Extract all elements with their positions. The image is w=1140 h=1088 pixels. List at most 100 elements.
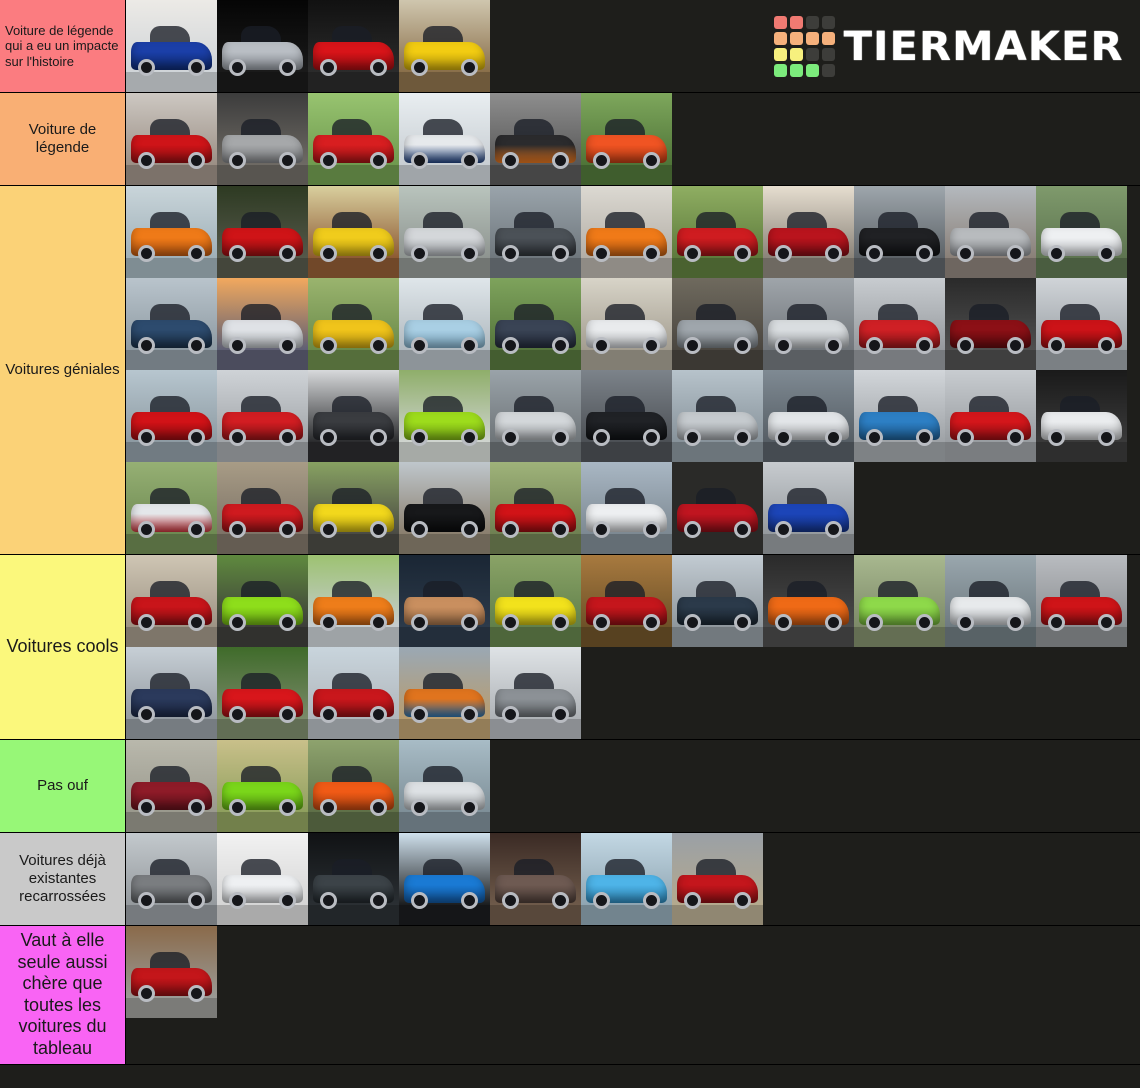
tier-item[interactable] [672,555,763,647]
tier-item[interactable] [126,370,217,462]
tier-item[interactable] [763,555,854,647]
tier-item[interactable] [217,278,308,370]
tier-item[interactable] [581,555,672,647]
thumb-background-ground [763,349,854,370]
tier-item[interactable] [308,647,399,739]
tier-item[interactable] [308,555,399,647]
tier-item[interactable] [399,833,490,925]
tier-item[interactable] [126,93,217,185]
tier-item[interactable] [126,740,217,832]
tier-item[interactable] [945,278,1036,370]
tier-label-tier-pas-ouf[interactable]: Pas ouf [0,740,126,832]
tier-item[interactable] [490,186,581,278]
tier-item[interactable] [217,370,308,462]
tier-item[interactable] [763,462,854,554]
tier-item[interactable] [672,462,763,554]
tier-item[interactable] [763,278,854,370]
tier-item[interactable] [672,186,763,278]
tier-item[interactable] [490,370,581,462]
tier-item[interactable] [399,278,490,370]
tier-item[interactable] [490,833,581,925]
tier-item[interactable] [217,740,308,832]
tier-item[interactable] [945,555,1036,647]
tier-item[interactable] [126,555,217,647]
tier-item[interactable] [308,833,399,925]
tier-item[interactable] [581,93,672,185]
tier-item[interactable] [490,278,581,370]
tier-item[interactable] [581,370,672,462]
tier-item[interactable] [763,186,854,278]
tier-item[interactable] [490,93,581,185]
tier-item[interactable] [1036,278,1127,370]
car-thumbnail [581,370,672,462]
tier-item[interactable] [217,555,308,647]
tier-items-tier-vaut-a-elle-seule[interactable] [126,926,1140,1064]
tier-item[interactable] [581,462,672,554]
tier-item[interactable] [399,462,490,554]
tier-item[interactable] [399,93,490,185]
tier-item[interactable] [854,370,945,462]
tier-item[interactable] [1036,555,1127,647]
tier-item[interactable] [763,370,854,462]
tier-item[interactable] [217,93,308,185]
tier-item[interactable] [308,462,399,554]
tier-item[interactable] [308,93,399,185]
tier-item[interactable] [217,833,308,925]
tier-item[interactable] [945,370,1036,462]
tier-item[interactable] [126,647,217,739]
tier-label-tier-recarrossees[interactable]: Voitures déjà existantes recarrossées [0,833,126,925]
tier-item[interactable] [126,278,217,370]
tier-item[interactable] [854,278,945,370]
tier-item[interactable] [217,186,308,278]
tier-item[interactable] [399,647,490,739]
tier-item[interactable] [854,186,945,278]
tier-item[interactable] [308,370,399,462]
tier-items-tier-legende[interactable] [126,93,1140,185]
tier-item[interactable] [581,833,672,925]
tier-label-tier-legende[interactable]: Voiture de légende [0,93,126,185]
thumb-background-ground [672,257,763,278]
tier-item[interactable] [399,370,490,462]
tier-item[interactable] [399,555,490,647]
tier-item[interactable] [126,462,217,554]
tier-item[interactable] [1036,370,1127,462]
tier-item[interactable] [672,833,763,925]
tier-item[interactable] [308,0,399,92]
tier-item[interactable] [217,462,308,554]
tier-item[interactable] [399,0,490,92]
tier-item[interactable] [126,833,217,925]
tier-item[interactable] [581,278,672,370]
tier-item[interactable] [945,186,1036,278]
tier-item[interactable] [308,186,399,278]
tier-item[interactable] [126,0,217,92]
tier-item[interactable] [308,278,399,370]
tier-label-tier-vaut-a-elle-seule[interactable]: Vaut à elle seule aussi chère que toutes… [0,926,126,1064]
tier-item[interactable] [308,740,399,832]
tier-item[interactable] [581,186,672,278]
thumb-background-ground [399,533,490,554]
tier-item[interactable] [672,370,763,462]
tier-item[interactable] [217,647,308,739]
tier-item[interactable] [672,278,763,370]
tier-label-tier-legende-impact[interactable]: Voiture de légende qui a eu un impacte s… [0,0,126,92]
tier-item[interactable] [854,555,945,647]
tier-items-tier-pas-ouf[interactable] [126,740,1140,832]
tier-item[interactable] [126,186,217,278]
tier-label-tier-cools[interactable]: Voitures cools [0,555,126,739]
thumb-background-ground [308,533,399,554]
tier-item[interactable] [399,186,490,278]
tier-item[interactable] [490,462,581,554]
tier-items-tier-legende-impact[interactable] [126,0,1140,92]
car-thumbnail [126,93,217,185]
tier-items-tier-cools[interactable] [126,555,1140,739]
tier-item[interactable] [490,555,581,647]
tier-item[interactable] [126,926,217,1018]
tier-items-tier-recarrossees[interactable] [126,833,1140,925]
thumb-background-ground [217,626,308,647]
tier-item[interactable] [490,647,581,739]
tier-item[interactable] [217,0,308,92]
tier-item[interactable] [1036,186,1127,278]
tier-label-tier-geniales[interactable]: Voitures géniales [0,186,126,554]
tier-items-tier-geniales[interactable] [126,186,1140,554]
tier-item[interactable] [399,740,490,832]
